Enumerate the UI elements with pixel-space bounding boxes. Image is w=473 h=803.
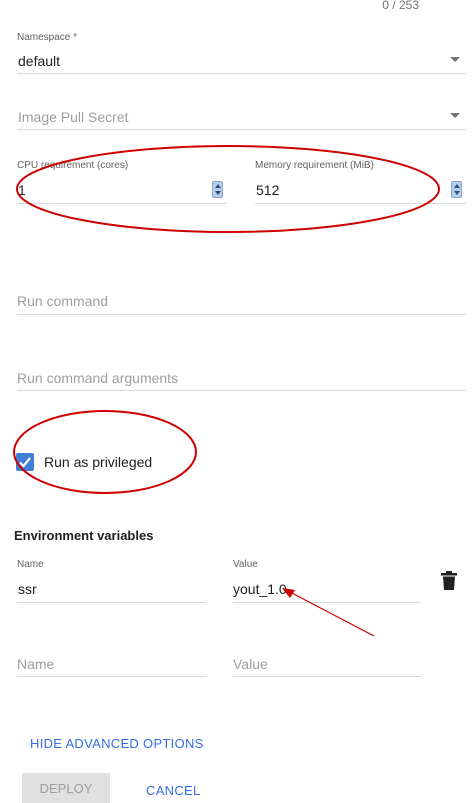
privileged-label[interactable]: Run as privileged bbox=[44, 454, 152, 470]
chevron-down-icon bbox=[450, 113, 460, 118]
memory-value: 512 bbox=[256, 182, 280, 198]
spin-up-icon[interactable] bbox=[454, 184, 460, 188]
spin-down-icon[interactable] bbox=[215, 191, 221, 195]
memory-label: Memory requirement (MiB) bbox=[255, 160, 374, 171]
env-new-value-placeholder: Value bbox=[233, 656, 268, 672]
image-pull-secret-placeholder: Image Pull Secret bbox=[18, 109, 129, 125]
memory-input[interactable]: 512 bbox=[255, 176, 466, 204]
run-command-arguments-placeholder: Run command arguments bbox=[17, 370, 179, 386]
image-pull-secret-underline bbox=[17, 129, 466, 130]
deploy-label: DEPLOY bbox=[39, 780, 93, 796]
namespace-underline bbox=[17, 73, 466, 74]
annotation-ellipse-privileged bbox=[13, 410, 197, 494]
spin-down-icon[interactable] bbox=[454, 191, 460, 195]
hide-advanced-options-button[interactable]: HIDE ADVANCED OPTIONS bbox=[30, 736, 204, 751]
env-value-input[interactable]: yout_1.0 bbox=[233, 575, 421, 603]
env-name-value: ssr bbox=[18, 581, 37, 597]
cpu-spinner[interactable] bbox=[212, 181, 223, 198]
env-name-underline bbox=[17, 602, 206, 603]
chevron-down-icon bbox=[450, 57, 460, 62]
env-value-label: Value bbox=[233, 559, 258, 570]
character-counter: 0 / 253 bbox=[382, 0, 419, 12]
run-command-underline bbox=[17, 314, 466, 315]
deploy-button[interactable]: DEPLOY bbox=[22, 773, 110, 803]
env-value-underline bbox=[233, 602, 421, 603]
env-name-input[interactable]: ssr bbox=[17, 575, 206, 603]
namespace-label: Namespace * bbox=[17, 32, 78, 43]
env-new-name-placeholder: Name bbox=[17, 656, 55, 672]
run-command-arguments-input[interactable]: Run command arguments bbox=[17, 364, 466, 391]
cpu-label: CPU requirement (cores) bbox=[17, 160, 129, 171]
checkmark-icon bbox=[19, 457, 31, 468]
memory-underline bbox=[255, 203, 466, 204]
memory-spinner[interactable] bbox=[451, 181, 462, 198]
env-new-name-underline bbox=[17, 676, 206, 677]
env-new-name-input[interactable]: Name bbox=[17, 650, 206, 677]
env-value-value: yout_1.0 bbox=[233, 581, 287, 597]
run-command-input[interactable]: Run command bbox=[17, 288, 466, 315]
spin-up-icon[interactable] bbox=[215, 184, 221, 188]
cpu-input[interactable]: 1 bbox=[17, 176, 227, 204]
privileged-checkbox[interactable] bbox=[16, 453, 34, 471]
env-section-title: Environment variables bbox=[14, 528, 154, 543]
env-new-value-input[interactable]: Value bbox=[233, 650, 421, 677]
cancel-button[interactable]: CANCEL bbox=[146, 783, 201, 798]
env-name-label: Name bbox=[17, 559, 44, 570]
cpu-value: 1 bbox=[18, 182, 26, 198]
cpu-underline bbox=[17, 203, 227, 204]
run-command-placeholder: Run command bbox=[17, 293, 109, 309]
delete-icon[interactable] bbox=[440, 571, 458, 591]
run-command-arguments-underline bbox=[17, 390, 466, 391]
namespace-select[interactable]: default bbox=[17, 48, 466, 74]
image-pull-secret-select[interactable]: Image Pull Secret bbox=[17, 103, 466, 130]
namespace-value: default bbox=[18, 53, 61, 69]
env-new-value-underline bbox=[233, 676, 421, 677]
